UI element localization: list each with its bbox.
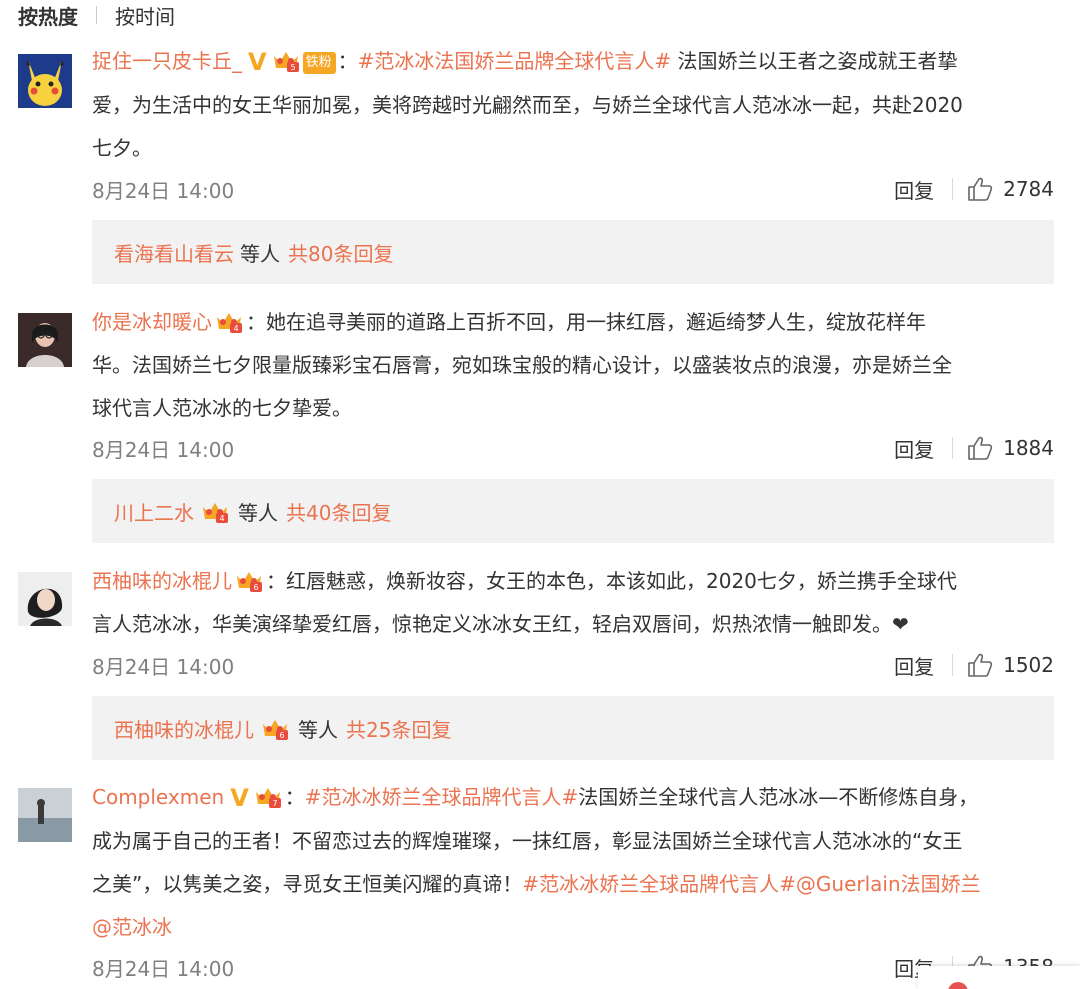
like-button[interactable]: 1884 bbox=[967, 436, 1054, 460]
thumbs-up-icon bbox=[968, 436, 993, 460]
user-photo-avatar-icon bbox=[18, 788, 72, 842]
mention-link[interactable]: @Guerlain法国娇兰 bbox=[796, 872, 981, 896]
svg-text:5: 5 bbox=[290, 63, 295, 72]
mention-link[interactable]: @范冰冰 bbox=[92, 915, 172, 939]
reply-button[interactable]: 回复 bbox=[894, 651, 934, 680]
hashtag-link[interactable]: #范冰冰法国娇兰品牌全球代言人# bbox=[358, 49, 672, 73]
meta-divider bbox=[952, 178, 954, 200]
meta-divider bbox=[952, 437, 954, 459]
replies-preview[interactable]: 看海看山看云 等人 共80条回复 bbox=[92, 220, 1054, 284]
avatar[interactable] bbox=[18, 788, 72, 842]
crown-badge-icon: 6 bbox=[263, 720, 288, 740]
reply-count-link[interactable]: 共40条回复 bbox=[286, 497, 391, 526]
avatar[interactable] bbox=[18, 313, 72, 367]
svg-text:4: 4 bbox=[233, 324, 238, 333]
reply-author[interactable]: 看海看山看云 bbox=[114, 238, 234, 267]
like-count: 1502 bbox=[1003, 653, 1054, 677]
hashtag-link[interactable]: #范冰冰娇兰全球品牌代言人# bbox=[522, 872, 796, 896]
user-photo-avatar-icon bbox=[18, 313, 72, 367]
crown-badge-icon: 4 bbox=[203, 503, 228, 523]
verified-v-icon: V bbox=[230, 784, 249, 812]
svg-text:6: 6 bbox=[253, 583, 258, 592]
like-button[interactable]: 1502 bbox=[967, 653, 1054, 677]
floating-panel-edge[interactable] bbox=[918, 966, 1080, 989]
comment-body: 捉住一只皮卡丘_ V 5 铁粉 ：#范冰冰法国娇兰品牌全球代言人# 法国娇兰以王者之姿成… bbox=[92, 40, 1054, 170]
comment-body: Complexmen V 7 ：#范冰冰娇兰全球品牌代言人#法国娇兰全球代言人范冰冰—… bbox=[92, 776, 1054, 949]
commenter-name[interactable]: 捉住一只皮卡丘_ bbox=[92, 49, 242, 73]
comment-meta: 8月24日 14:00 回复 1884 bbox=[92, 433, 1054, 463]
like-count: 2784 bbox=[1003, 177, 1054, 201]
pikachu-avatar-icon bbox=[18, 54, 72, 108]
reply-button[interactable]: 回复 bbox=[894, 175, 934, 204]
reply-button[interactable]: 回复 bbox=[894, 434, 934, 463]
user-photo-avatar-icon bbox=[18, 572, 72, 626]
comment-time: 8月24日 14:00 bbox=[92, 178, 235, 203]
thumbs-up-icon bbox=[968, 177, 993, 201]
commenter-name[interactable]: 西柚味的冰棍儿 bbox=[92, 569, 232, 593]
svg-text:4: 4 bbox=[219, 514, 224, 523]
reply-author[interactable]: 川上二水 bbox=[114, 497, 194, 526]
avatar[interactable] bbox=[18, 572, 72, 626]
svg-text:6: 6 bbox=[279, 731, 284, 740]
crown-badge-icon: 7 bbox=[255, 788, 281, 808]
meta-divider bbox=[952, 654, 954, 676]
comment-time: 8月24日 14:00 bbox=[92, 437, 235, 462]
fan-badge: 铁粉 bbox=[302, 52, 336, 74]
reply-author[interactable]: 西柚味的冰棍儿 bbox=[114, 714, 254, 743]
like-button[interactable]: 2784 bbox=[967, 177, 1054, 201]
sort-divider bbox=[96, 6, 97, 24]
verified-v-icon: V bbox=[248, 48, 267, 76]
comment-meta: 8月24日 14:00 回复 1502 bbox=[92, 650, 1054, 680]
reply-count-link[interactable]: 共25条回复 bbox=[346, 714, 451, 743]
sort-by-hot-tab[interactable]: 按热度 bbox=[18, 1, 78, 30]
comment-body: 西柚味的冰棍儿 6 ：红唇魅惑，焕新妆容，女王的本色，本该如此，2020七夕，娇兰携… bbox=[92, 569, 957, 636]
comment-meta: 8月24日 14:00 回复 2784 bbox=[92, 174, 1054, 204]
comment-time: 8月24日 14:00 bbox=[92, 654, 235, 679]
hashtag-link[interactable]: #范冰冰娇兰全球品牌代言人# bbox=[305, 785, 579, 809]
comment-time: 8月24日 14:00 bbox=[92, 956, 235, 981]
crown-badge-icon: 4 bbox=[217, 313, 242, 333]
comment-body: 你是冰却暖心 4 ：她在追寻美丽的道路上百折不回，用一抹红唇，邂逅绮梦人生，绽放花样… bbox=[92, 310, 952, 420]
thumbs-up-icon bbox=[968, 653, 993, 677]
reply-count-link[interactable]: 共80条回复 bbox=[288, 238, 393, 267]
like-count: 1884 bbox=[1003, 436, 1054, 460]
commenter-name[interactable]: Complexmen bbox=[92, 785, 224, 809]
sort-bar: 按热度 按时间 bbox=[18, 0, 175, 30]
replies-preview[interactable]: 西柚味的冰棍儿 6 等人 共25条回复 bbox=[92, 696, 1054, 760]
comment-meta: 8月24日 14:00 回复 1358 bbox=[92, 952, 1054, 982]
crown-badge-icon: 6 bbox=[237, 572, 262, 592]
avatar[interactable] bbox=[18, 54, 72, 108]
notification-dot-icon bbox=[948, 982, 968, 989]
crown-badge-icon: 5 bbox=[273, 52, 299, 72]
sort-by-time-tab[interactable]: 按时间 bbox=[115, 1, 175, 30]
svg-text:7: 7 bbox=[272, 799, 277, 808]
commenter-name[interactable]: 你是冰却暖心 bbox=[92, 310, 212, 334]
replies-preview[interactable]: 川上二水 4 等人 共40条回复 bbox=[92, 479, 1054, 543]
